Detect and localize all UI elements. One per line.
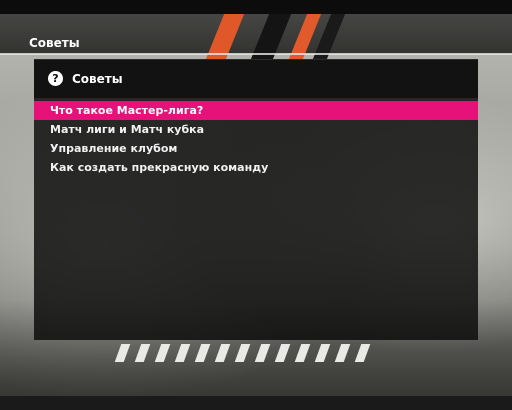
menu-item-league-cup-match[interactable]: Матч лиги и Матч кубка [34, 120, 478, 139]
help-icon: ? [48, 71, 63, 86]
panel-title: Советы [72, 72, 123, 86]
menu-item-club-management[interactable]: Управление клубом [34, 139, 478, 158]
crosswalk-decor [114, 344, 378, 362]
top-letterbox [0, 0, 512, 14]
bottom-letterbox [0, 396, 512, 410]
tips-panel: ? Советы Что такое Мастер-лига? Матч лиг… [34, 59, 478, 340]
panel-header: ? Советы [34, 60, 478, 98]
header-divider [0, 53, 512, 55]
menu-item-build-team[interactable]: Как создать прекрасную команду [34, 158, 478, 177]
screen-title: Советы [29, 36, 80, 50]
menu-item-master-league[interactable]: Что такое Мастер-лига? [34, 101, 478, 120]
tips-menu: Что такое Мастер-лига? Матч лиги и Матч … [34, 101, 478, 177]
